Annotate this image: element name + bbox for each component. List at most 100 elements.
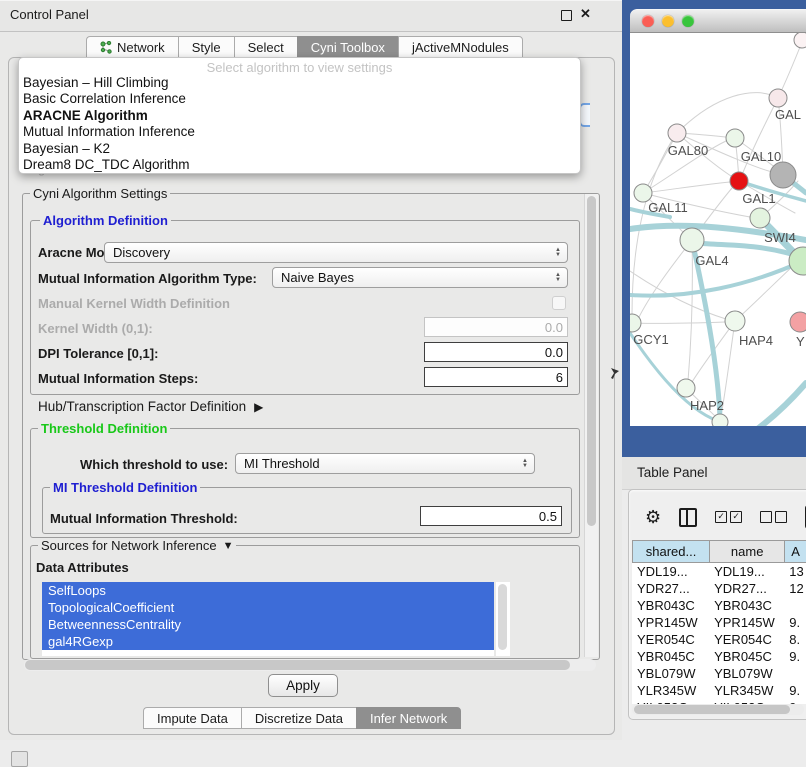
network-edge[interactable]	[735, 266, 793, 321]
table-cell[interactable]: YLR345W	[632, 682, 709, 699]
algorithm-option-aracne-algorithm[interactable]: ARACNE Algorithm	[19, 108, 580, 124]
column-header-shared[interactable]: shared...	[632, 540, 709, 563]
settings-horizontal-scrollbar-thumb[interactable]	[25, 660, 570, 670]
network-node[interactable]	[770, 162, 796, 188]
zoom-light[interactable]	[682, 15, 694, 27]
tab-network[interactable]: Network	[86, 36, 178, 58]
unselect-all-checks-icon[interactable]	[760, 511, 787, 523]
tab-jactivemnodules[interactable]: jActiveMNodules	[398, 36, 523, 58]
table-cell[interactable]: YDL19...	[632, 563, 709, 580]
table-cell[interactable]: YPR145W	[709, 614, 784, 631]
table-cell[interactable]: YBR045C	[709, 648, 784, 665]
table-cell[interactable]: YBL079W	[632, 665, 709, 682]
network-node-hap2[interactable]	[677, 379, 695, 397]
mi-steps-field[interactable]	[424, 367, 568, 387]
table-row[interactable]: YER054CYER054C8.	[632, 631, 806, 648]
columns-icon[interactable]	[679, 508, 697, 527]
table-cell[interactable]: 9.	[784, 682, 806, 699]
algorithm-option-mutual-information-inference[interactable]: Mutual Information Inference	[19, 124, 580, 140]
network-window-titlebar[interactable]	[630, 9, 806, 33]
attribute-item-topologicalcoefficient[interactable]: TopologicalCoefficient	[42, 599, 494, 616]
table-cell[interactable]: YDL19...	[709, 563, 784, 580]
table-cell[interactable]: YPR145W	[632, 614, 709, 631]
algorithm-option-bayesian-k2[interactable]: Bayesian – K2	[19, 141, 580, 157]
data-attributes-list[interactable]: SelfLoopsTopologicalCoefficientBetweenne…	[42, 582, 494, 656]
mi-threshold-field[interactable]	[420, 506, 562, 526]
dpi-tolerance-field[interactable]	[424, 342, 568, 362]
attribute-item-gal4rgexp[interactable]: gal4RGexp	[42, 633, 494, 650]
table-row[interactable]: YBR043CYBR043C	[632, 597, 806, 614]
network-edge[interactable]	[643, 182, 730, 193]
tab-select[interactable]: Select	[234, 36, 297, 58]
select-all-checks-icon[interactable]: ✓ ✓	[715, 511, 742, 523]
column-header-a[interactable]: A	[784, 540, 806, 563]
table-cell[interactable]: YBR043C	[709, 597, 784, 614]
network-node-hap4[interactable]	[725, 311, 745, 331]
settings-vertical-scrollbar-thumb[interactable]	[587, 196, 596, 526]
network-node[interactable]	[794, 33, 806, 48]
table-row[interactable]: YDR27...YDR27...12	[632, 580, 806, 597]
network-edge[interactable]	[638, 240, 692, 319]
apply-button[interactable]: Apply	[268, 674, 338, 697]
table-cell[interactable]	[784, 597, 806, 614]
algorithm-option-bayesian-hill-climbing[interactable]: Bayesian – Hill Climbing	[19, 75, 580, 91]
aracne-mode-combo[interactable]: Discovery ▲▼	[104, 242, 568, 263]
network-edge[interactable]	[677, 93, 778, 133]
settings-vertical-scrollbar[interactable]	[584, 194, 598, 657]
table-row[interactable]: YBR045CYBR045C9.	[632, 648, 806, 665]
network-node-gal10[interactable]	[726, 129, 744, 147]
algorithm-option-basic-correlation-inference[interactable]: Basic Correlation Inference	[19, 91, 580, 107]
network-node-gal[interactable]	[769, 89, 787, 107]
sources-collapser[interactable]: Sources for Network Inference ▼	[38, 538, 236, 553]
table-cell[interactable]: YDR27...	[632, 580, 709, 597]
table-cell[interactable]: 9.	[784, 648, 806, 665]
network-node-swi4[interactable]	[750, 208, 770, 228]
network-node-gal80[interactable]	[668, 124, 686, 142]
network-node-y[interactable]	[790, 312, 806, 332]
network-node-gal4[interactable]	[680, 228, 704, 252]
close-light[interactable]	[642, 15, 654, 27]
table-cell[interactable]: YER054C	[709, 631, 784, 648]
table-cell[interactable]: 9.	[784, 614, 806, 631]
minimize-light[interactable]	[662, 15, 674, 27]
table-cell[interactable]: 13	[784, 563, 806, 580]
network-canvas[interactable]: GALGAL80GAL10GAL1GAL11SWI4GAL4GCY1HAP4YH…	[630, 33, 806, 426]
table-cell[interactable]: YBR043C	[632, 597, 709, 614]
float-panel-icon[interactable]	[561, 10, 572, 21]
hub-definition-expander[interactable]: Hub/Transcription Factor Definition ▶	[38, 399, 263, 414]
table-horizontal-scrollbar-thumb[interactable]	[634, 705, 790, 714]
attributes-scrollbar[interactable]	[496, 582, 510, 656]
table-row[interactable]: YPR145WYPR145W9.	[632, 614, 806, 631]
table-cell[interactable]: YDR27...	[709, 580, 784, 597]
attribute-item-betweennesscentrality[interactable]: BetweennessCentrality	[42, 616, 494, 633]
algorithm-option-dream8-dc-tdc-algorithm[interactable]: Dream8 DC_TDC Algorithm	[19, 157, 580, 173]
column-header-name[interactable]: name	[709, 540, 784, 563]
attribute-item-selfloops[interactable]: SelfLoops	[42, 582, 494, 599]
network-edge[interactable]	[688, 240, 692, 381]
gear-icon[interactable]: ⚙	[645, 506, 661, 528]
table-cell[interactable]: YBL079W	[709, 665, 784, 682]
table-horizontal-scrollbar[interactable]	[632, 704, 804, 715]
table-cell[interactable]	[784, 665, 806, 682]
mi-type-combo[interactable]: Naive Bayes ▲▼	[272, 267, 568, 288]
table-cell[interactable]: 12	[784, 580, 806, 597]
tab-cyni-toolbox[interactable]: Cyni Toolbox	[297, 36, 398, 58]
network-node[interactable]	[712, 414, 728, 426]
table-row[interactable]: YBL079WYBL079W	[632, 665, 806, 682]
close-icon[interactable]: ✕	[580, 6, 591, 22]
table-row[interactable]: YDL19...YDL19...13	[632, 563, 806, 580]
network-node-gal1[interactable]	[730, 172, 748, 190]
table-cell[interactable]: YLR345W	[709, 682, 784, 699]
which-threshold-combo[interactable]: MI Threshold ▲▼	[235, 453, 535, 474]
table-cell[interactable]: YER054C	[632, 631, 709, 648]
table-cell[interactable]: 8.	[784, 631, 806, 648]
tab-impute-data[interactable]: Impute Data	[143, 707, 241, 729]
tab-discretize-data[interactable]: Discretize Data	[241, 707, 356, 729]
table-row[interactable]: YLR345WYLR345W9.	[632, 682, 806, 699]
attributes-scrollbar-thumb[interactable]	[498, 584, 507, 650]
tab-infer-network[interactable]: Infer Network	[356, 707, 461, 729]
settings-horizontal-scrollbar[interactable]	[24, 659, 596, 671]
table-cell[interactable]: YBR045C	[632, 648, 709, 665]
tab-style[interactable]: Style	[178, 36, 234, 58]
threshold-definition-title: Threshold Definition	[38, 421, 170, 436]
